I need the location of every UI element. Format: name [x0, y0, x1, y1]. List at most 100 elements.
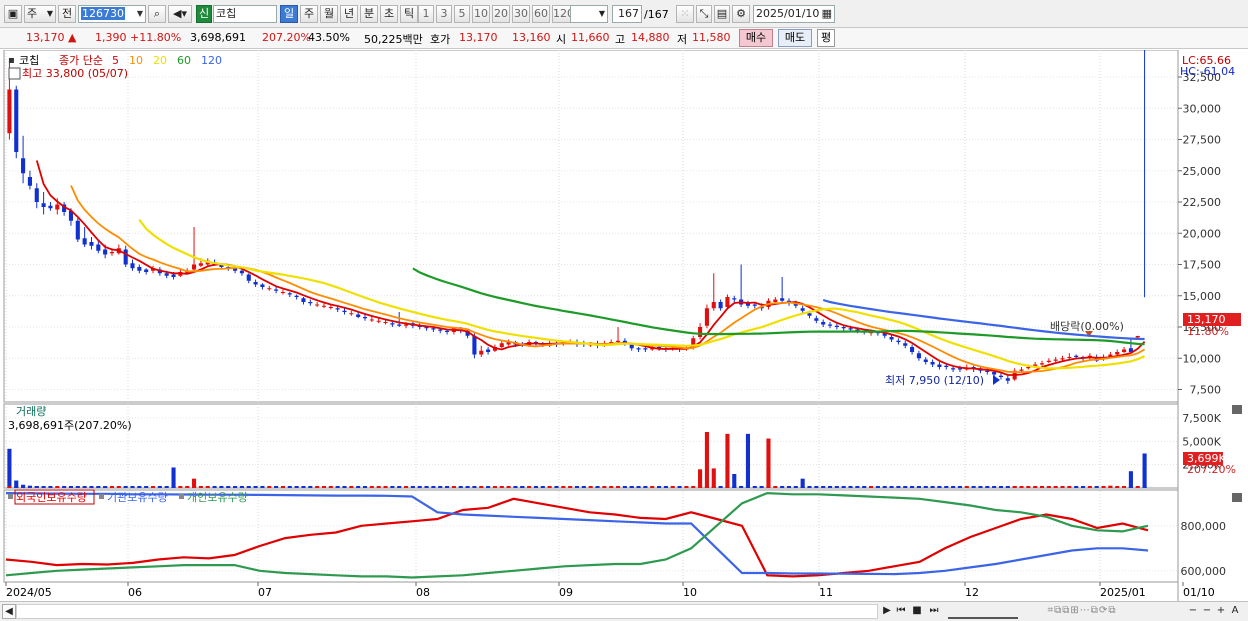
interval-button-30[interactable]: 30: [512, 5, 530, 23]
volume-bar-small: [486, 486, 491, 488]
volume-bar-small: [581, 486, 586, 488]
interval-input[interactable]: ▼: [570, 5, 608, 23]
volume-bar-small: [732, 486, 737, 488]
date-input[interactable]: 2025/01/10 ▦: [753, 5, 835, 23]
period-type-select[interactable]: 주 ▼: [24, 5, 56, 23]
volume-bar-small: [1074, 486, 1079, 488]
prev-button[interactable]: 전: [58, 5, 76, 23]
candle-body: [903, 343, 908, 346]
volume-bar-small: [704, 486, 709, 488]
candle-body: [479, 350, 484, 355]
minus-icon[interactable]: −: [1200, 604, 1214, 619]
save-icon[interactable]: ▤: [714, 5, 730, 23]
eval-button[interactable]: 평: [817, 29, 835, 47]
volume-bar-small: [916, 486, 921, 488]
volume-bar-small: [362, 486, 368, 488]
period-button-1[interactable]: 주: [300, 5, 318, 23]
candle-body: [1005, 378, 1010, 381]
period-button-4[interactable]: 분: [360, 5, 378, 23]
volume-bar-small: [752, 486, 757, 488]
volume-bar-small: [786, 486, 792, 488]
candle-body: [27, 177, 32, 186]
volume-bar-small: [1039, 486, 1045, 488]
volume-bar-small: [253, 486, 258, 488]
font-size-icon[interactable]: A: [1228, 604, 1242, 619]
panel-bullet-icon: ▪: [8, 55, 15, 66]
volume-bar-small: [595, 486, 600, 488]
candle-body: [889, 337, 894, 340]
tool-icon[interactable]: ⤡: [696, 5, 712, 23]
sell-button[interactable]: 매도: [778, 29, 812, 47]
volume-bar-small: [492, 486, 497, 488]
interval-button-5[interactable]: 5: [454, 5, 470, 23]
interval-button-120[interactable]: 120: [552, 5, 574, 23]
chevron-down-icon: ▼: [136, 9, 143, 18]
stock-name-field[interactable]: 코칩: [213, 5, 277, 23]
scroll-track[interactable]: [16, 604, 878, 619]
rewind-icon[interactable]: ⏮: [894, 604, 908, 619]
trade-amount: 50,225백만: [364, 33, 423, 46]
stock-chart[interactable]: ▪ 2024/05 06 07 08 09 10 11 12 2025/01 01/10 7,500…: [0, 50, 1248, 601]
interval-button-20[interactable]: 20: [492, 5, 510, 23]
ask-price: 13,170: [459, 31, 498, 44]
candle-body: [800, 308, 805, 311]
period-button-5[interactable]: 초: [380, 5, 398, 23]
candle-body: [403, 324, 409, 326]
candle-body: [246, 274, 251, 281]
volume-bar-small: [328, 486, 333, 488]
interval-button-1[interactable]: 1: [418, 5, 434, 23]
volume-bar-small: [896, 486, 901, 488]
grid-icon[interactable]: ⁙: [676, 5, 694, 23]
price-tick-label: 27,500: [1183, 134, 1222, 147]
plus-icon[interactable]: +: [1214, 604, 1228, 619]
forward-icon[interactable]: ⏭: [926, 604, 942, 619]
x-axis-label: 06: [128, 586, 142, 599]
search-icon[interactable]: ⌕: [148, 5, 166, 23]
candle-body: [780, 298, 785, 301]
volume-bar-small: [1142, 486, 1147, 488]
ma-legend-120: 120: [201, 54, 222, 67]
interval-button-10[interactable]: 10: [472, 5, 490, 23]
candle-body: [103, 249, 108, 255]
volume-bar-small: [629, 486, 634, 488]
candle-body: [916, 353, 921, 359]
legend-bullet-icon: [99, 494, 104, 499]
period-button-2[interactable]: 월: [320, 5, 338, 23]
gear-icon[interactable]: ⚙: [732, 5, 750, 23]
volume-bar-small: [615, 486, 621, 488]
stop-icon[interactable]: ■: [910, 604, 924, 619]
play-icon[interactable]: ▶: [880, 604, 894, 619]
code-input[interactable]: 126730 ▼: [78, 5, 146, 23]
price-tick-label: 30,000: [1183, 102, 1222, 115]
legend-bullet-icon: [8, 494, 13, 499]
zoom-out-icon[interactable]: −: [1186, 604, 1200, 619]
period-button-6[interactable]: 틱: [400, 5, 418, 23]
speaker-icon[interactable]: ◀▾: [168, 5, 192, 23]
zoom-slider[interactable]: [948, 604, 1018, 619]
candle-body: [445, 330, 450, 332]
buy-button[interactable]: 매수: [739, 29, 773, 47]
volume-bar-small: [287, 486, 292, 488]
scroll-left-icon[interactable]: ◀: [2, 604, 16, 619]
volume-bar-small: [1033, 486, 1038, 488]
interval-button-60[interactable]: 60: [532, 5, 550, 23]
volume-bar-small: [103, 486, 108, 488]
price-tick-label: 15,000: [1183, 290, 1222, 303]
count-input[interactable]: 167: [612, 5, 642, 23]
chevron-down-icon: ▼: [46, 9, 53, 18]
volume-bar-small: [68, 486, 74, 488]
volume-bar-small: [739, 486, 744, 488]
volume-bar-small: [376, 486, 381, 488]
period-button-0[interactable]: 일: [280, 5, 298, 23]
holding-legend: 외국인보유수량 기관보유수량 개인보유수량: [8, 489, 248, 505]
x-axis-label: 10: [683, 586, 697, 599]
volume-bar-small: [410, 486, 415, 488]
period-button-3[interactable]: 년: [340, 5, 358, 23]
legend-bullet-icon: [179, 494, 184, 499]
calendar-icon: ▦: [821, 7, 832, 20]
layout-icon[interactable]: ▣: [4, 5, 22, 23]
interval-button-3[interactable]: 3: [436, 5, 452, 23]
price-tick-label: 10,000: [1183, 352, 1222, 365]
volume-bar-small: [294, 486, 299, 488]
drawing-tools-icons[interactable]: ⌗⧉⧉⊞⋯⧉⟳⧉: [1022, 604, 1142, 619]
